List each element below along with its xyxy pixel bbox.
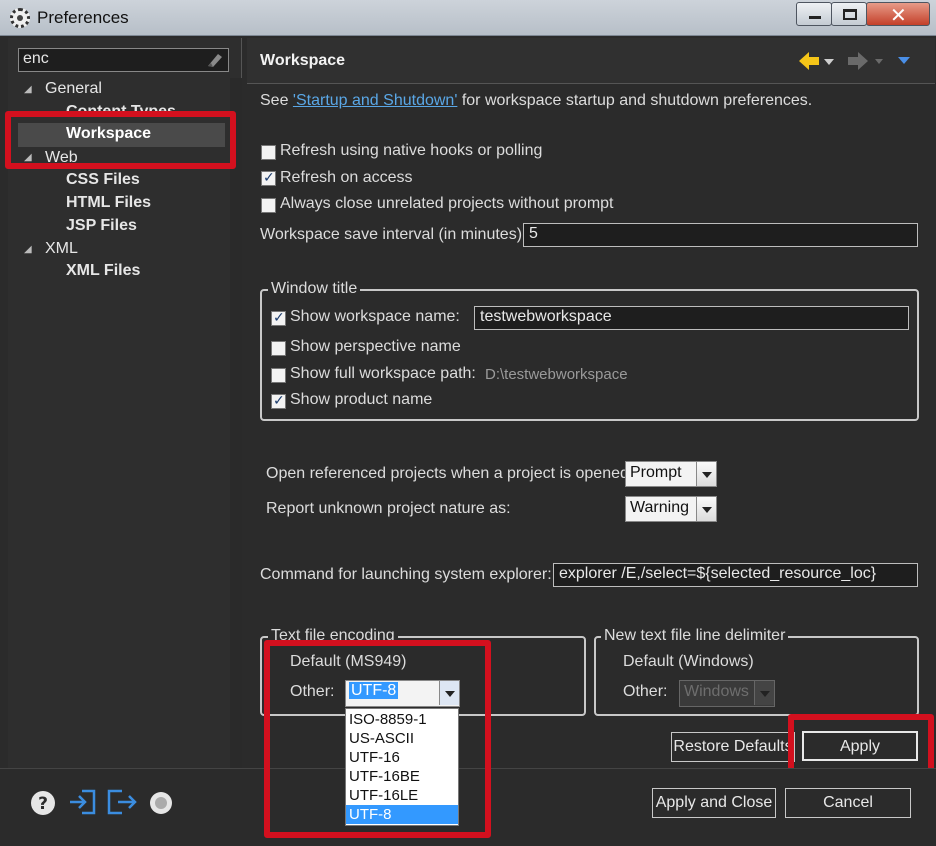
tree-item-xml-files[interactable]: XML Files bbox=[66, 262, 140, 280]
refresh-native-checkbox[interactable] bbox=[261, 145, 276, 160]
back-arrow-icon[interactable] bbox=[797, 50, 837, 72]
line-delimiter-group-title: New text file line delimiter bbox=[601, 627, 789, 645]
maximize-icon bbox=[843, 9, 857, 20]
show-perspective-label[interactable]: Show perspective name bbox=[290, 338, 461, 356]
show-perspective-checkbox[interactable] bbox=[271, 341, 286, 356]
chevron-down-icon bbox=[754, 681, 774, 705]
chevron-down-icon[interactable] bbox=[696, 462, 716, 486]
cancel-button[interactable]: Cancel bbox=[785, 788, 911, 818]
tree-item-html-files[interactable]: HTML Files bbox=[66, 194, 151, 212]
tree-item-general[interactable]: General bbox=[45, 80, 102, 98]
close-button[interactable]: ✕ bbox=[866, 2, 930, 27]
tree-item-xml[interactable]: XML bbox=[45, 240, 78, 258]
refresh-native-label[interactable]: Refresh using native hooks or polling bbox=[280, 142, 542, 160]
delimiter-other-option[interactable]: Other: bbox=[623, 683, 667, 701]
workspace-path-value: D:\testwebworkspace bbox=[485, 366, 628, 383]
view-menu-icon[interactable] bbox=[896, 56, 912, 66]
explorer-command-label: Command for launching system explorer: bbox=[260, 566, 552, 583]
import-icon[interactable] bbox=[68, 788, 98, 816]
page-title: Workspace bbox=[260, 52, 346, 69]
startup-shutdown-link[interactable]: 'Startup and Shutdown' bbox=[293, 92, 457, 109]
show-full-path-label[interactable]: Show full workspace path: bbox=[290, 365, 476, 383]
tree-scrollbar[interactable] bbox=[230, 78, 242, 768]
filter-input[interactable]: enc bbox=[18, 48, 229, 72]
window-title: Preferences bbox=[37, 8, 129, 27]
help-icon[interactable]: ? bbox=[30, 790, 56, 816]
report-nature-select[interactable]: Warning bbox=[625, 496, 717, 522]
show-workspace-name-label[interactable]: Show workspace name: bbox=[290, 308, 460, 326]
highlight-box-workspace bbox=[5, 111, 236, 169]
restore-defaults-button[interactable]: Restore Defaults bbox=[671, 732, 795, 762]
eclipse-gear-icon bbox=[10, 8, 30, 28]
svg-text:?: ? bbox=[38, 794, 48, 814]
report-nature-label: Report unknown project nature as: bbox=[266, 500, 511, 517]
window-title-group-title: Window title bbox=[268, 280, 361, 298]
maximize-button[interactable] bbox=[831, 2, 867, 26]
refresh-on-access-checkbox[interactable] bbox=[261, 169, 276, 186]
export-icon[interactable] bbox=[106, 788, 138, 816]
apply-and-close-button[interactable]: Apply and Close bbox=[652, 788, 776, 818]
close-icon: ✕ bbox=[890, 3, 907, 27]
forward-arrow-icon[interactable] bbox=[846, 50, 886, 72]
tree-item-css-files[interactable]: CSS Files bbox=[66, 171, 140, 189]
intro-text: See 'Startup and Shutdown' for workspace… bbox=[260, 92, 813, 109]
always-close-checkbox[interactable] bbox=[261, 198, 276, 213]
highlight-box-encoding bbox=[264, 640, 491, 838]
workspace-name-input[interactable]: testwebworkspace bbox=[474, 306, 909, 330]
show-product-name-checkbox[interactable] bbox=[271, 392, 286, 409]
minimize-button[interactable] bbox=[796, 2, 832, 26]
minimize-icon bbox=[809, 16, 821, 19]
refresh-on-access-label[interactable]: Refresh on access bbox=[280, 169, 413, 187]
explorer-command-input[interactable]: explorer /E,/select=${selected_resource_… bbox=[553, 563, 918, 587]
always-close-label[interactable]: Always close unrelated projects without … bbox=[280, 195, 614, 213]
save-interval-label: Workspace save interval (in minutes): bbox=[260, 226, 527, 243]
open-referenced-label: Open referenced projects when a project … bbox=[266, 465, 634, 482]
show-workspace-name-checkbox[interactable] bbox=[271, 309, 286, 326]
expand-general-icon[interactable]: ◢ bbox=[24, 84, 32, 95]
save-interval-input[interactable]: 5 bbox=[523, 223, 918, 247]
clear-filter-icon[interactable] bbox=[204, 52, 224, 68]
chevron-down-icon[interactable] bbox=[696, 497, 716, 521]
open-referenced-select[interactable]: Prompt bbox=[625, 461, 717, 487]
expand-xml-icon[interactable]: ◢ bbox=[24, 244, 32, 255]
delimiter-other-select: Windows bbox=[679, 680, 775, 707]
show-product-name-label[interactable]: Show product name bbox=[290, 391, 432, 409]
title-bar: Preferences ✕ bbox=[0, 0, 936, 36]
tree-item-jsp-files[interactable]: JSP Files bbox=[66, 217, 137, 235]
show-full-path-checkbox[interactable] bbox=[271, 368, 286, 383]
delimiter-default-option[interactable]: Default (Windows) bbox=[623, 653, 754, 671]
record-icon[interactable] bbox=[148, 790, 174, 816]
